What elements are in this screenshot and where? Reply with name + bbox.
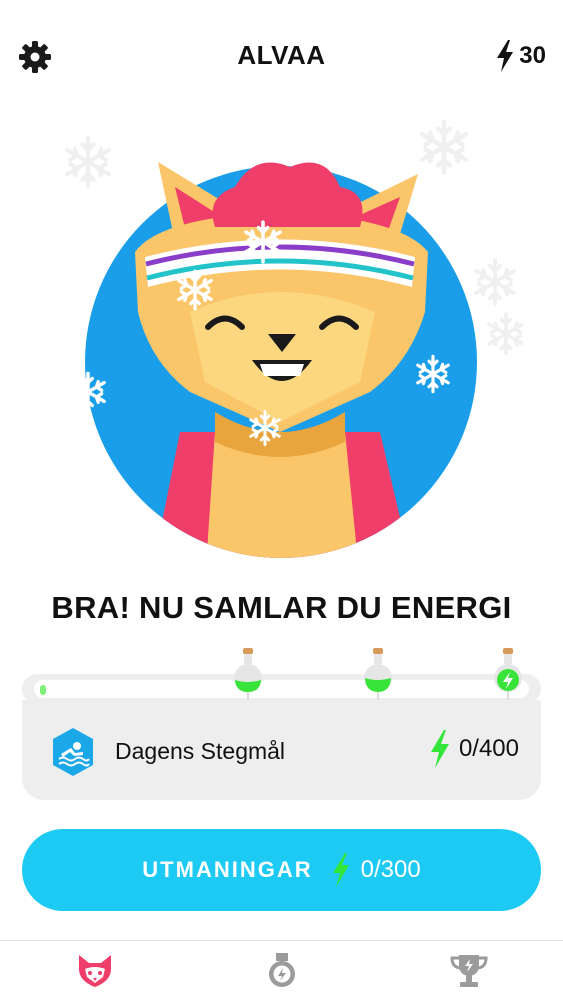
lightning-icon	[497, 40, 514, 72]
challenges-value: 0/300	[360, 856, 421, 883]
potion-bottle-energy-icon[interactable]	[493, 648, 523, 706]
potion-bottle-icon[interactable]	[233, 648, 263, 706]
trophy-icon[interactable]	[449, 953, 489, 989]
lightning-icon	[430, 730, 449, 768]
progress-track-inner	[34, 680, 529, 698]
page-title: ALVAA	[237, 40, 326, 70]
swimmer-icon	[53, 728, 93, 776]
potion-bottle-icon[interactable]	[363, 648, 393, 706]
challenges-button-label: UTMANINGAR	[142, 857, 313, 882]
header: ALVAA 30	[0, 0, 563, 112]
energy-count: 30	[519, 42, 546, 69]
daily-goal-label: Dagens Stegmål	[115, 738, 286, 764]
medal-icon[interactable]	[262, 953, 302, 989]
challenges-progress: 0/300	[331, 853, 421, 887]
challenges-button[interactable]: UTMANINGAR 0/300	[22, 829, 541, 911]
avatar-hero	[40, 112, 525, 582]
energy-headline: BRA! NU SAMLAR DU ENERGI	[51, 590, 512, 625]
bottom-tab-bar	[0, 940, 563, 1000]
lightning-icon	[332, 853, 349, 887]
energy-counter[interactable]: 30	[495, 40, 546, 72]
daily-step-goal-card[interactable]: Dagens Stegmål 0/400	[22, 700, 541, 800]
fox-avatar[interactable]	[40, 112, 525, 582]
progress-fill	[40, 685, 46, 695]
daily-goal-value: 0/400	[458, 735, 519, 762]
fox-icon[interactable]	[75, 953, 115, 989]
daily-goal-progress: 0/400	[429, 730, 519, 768]
